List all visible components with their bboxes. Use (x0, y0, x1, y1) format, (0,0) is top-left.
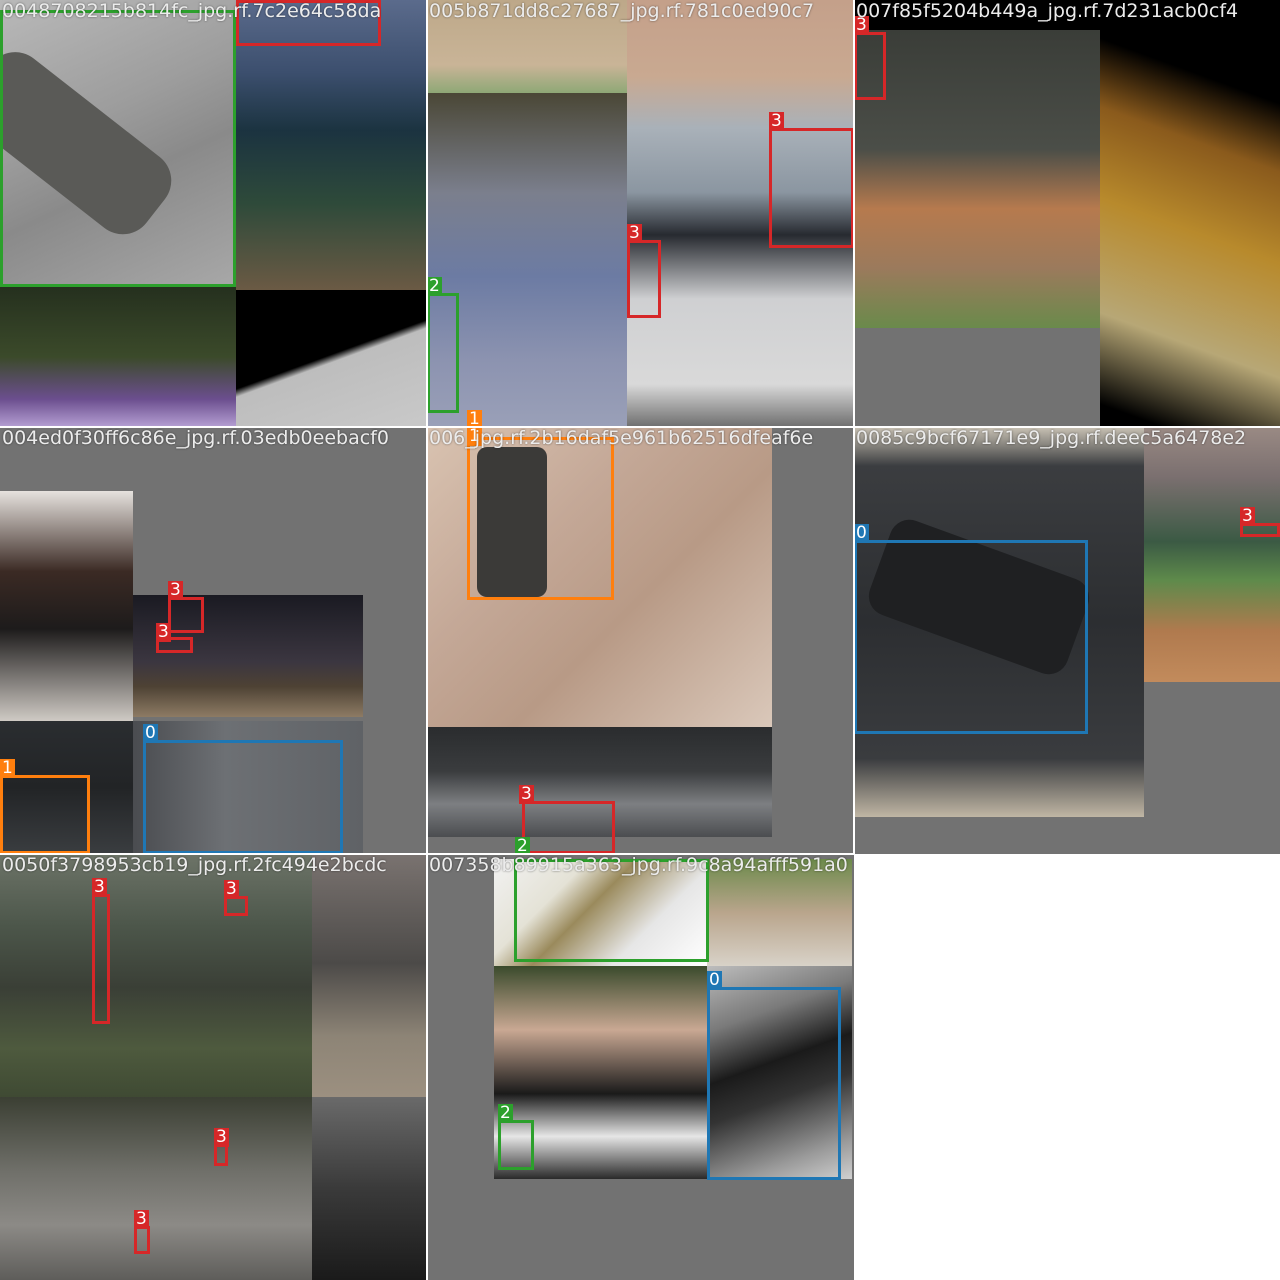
class-label: 0 (143, 723, 158, 743)
bbox-bat (522, 801, 615, 854)
gray-padding (854, 328, 1100, 427)
mosaic-tile-6[interactable]: 0 3 0085c9bcf67171e9_jpg.rf.deec5a6478e2 (854, 427, 1280, 854)
photo-woman (0, 491, 133, 721)
class-label: 3 (168, 580, 183, 600)
photo-bobbleheads (0, 1097, 312, 1280)
grid-separator (0, 426, 1280, 428)
bbox-handgun (854, 540, 1088, 734)
class-label: 1 (0, 758, 15, 778)
bbox-bat (134, 1226, 150, 1254)
bbox-bat-upper (769, 128, 854, 248)
tile-title: 004ed0f30ff6c86e_jpg.rf.03edb0eebacf0 (2, 427, 389, 449)
class-label: 3 (134, 1209, 149, 1229)
class-label: 3 (214, 1127, 229, 1147)
bbox-knife (0, 10, 236, 287)
photo-umpire (312, 854, 427, 1097)
bbox-bat (92, 894, 110, 1024)
class-label: 0 (707, 970, 722, 990)
photo-stadium (1144, 427, 1280, 682)
grid-separator (0, 853, 854, 855)
bbox-handgun (707, 987, 841, 1180)
class-label: 3 (224, 879, 239, 899)
class-label: 3 (1240, 506, 1255, 526)
photo-blurry-orange (1100, 35, 1280, 427)
bbox-rifle (0, 775, 90, 854)
tile-title: 0085c9bcf67171e9_jpg.rf.deec5a6478e2 (856, 427, 1247, 449)
class-label: 2 (427, 276, 442, 296)
mosaic-tile-2[interactable]: 3 3 2 1 005b871dd8c27687_jpg.rf.781c0ed9… (427, 0, 854, 427)
photo-flowers (0, 287, 236, 427)
photo-orange-batter (854, 30, 1100, 328)
class-label: 3 (156, 622, 171, 642)
photo-forest (312, 1097, 427, 1280)
grid-separator (426, 0, 428, 1280)
bbox-knife (427, 293, 459, 413)
tile-title: 0048708215b814fc_jpg.rf.7c2e64c58da (2, 0, 382, 22)
bbox-bat-lower (627, 240, 661, 318)
tile-title: 0050f3798953cb19_jpg.rf.2fc494e2bcdc (2, 854, 387, 876)
bbox-knife (498, 1120, 534, 1170)
photo-gray-wedge (236, 290, 427, 427)
bbox-handgun (143, 740, 343, 854)
mosaic-tile-4[interactable]: 3 3 0 1 004ed0f30ff6c86e_jpg.rf.03edb0ee… (0, 427, 427, 854)
mosaic-tile-1[interactable]: 0048708215b814fc_jpg.rf.7c2e64c58da (0, 0, 427, 427)
class-label: 3 (519, 784, 534, 804)
tile-title: 007f85f5204b449a_jpg.rf.7d231acb0cf4 (856, 0, 1239, 22)
mosaic-tile-5[interactable]: 1 3 2 006_jpg.rf.2b16daf5e961b62516dfeaf… (427, 427, 854, 854)
class-label: 2 (515, 836, 530, 854)
bbox-rifle (467, 437, 614, 600)
class-label: 3 (627, 223, 642, 243)
bbox-bat (214, 1144, 228, 1166)
bbox-bat (224, 896, 248, 916)
tile-title: 006_jpg.rf.2b16daf5e961b62516dfeaf6e (429, 427, 814, 449)
class-label: 1 (467, 409, 482, 427)
class-label: 3 (92, 877, 107, 897)
bbox-bat (854, 32, 886, 100)
class-label: 0 (854, 523, 869, 543)
photo-players-walking (0, 854, 312, 1097)
class-label: 2 (498, 1103, 513, 1123)
mosaic-tile-3[interactable]: 3 007f85f5204b449a_jpg.rf.7d231acb0cf4 (854, 0, 1280, 427)
tile-title: 005b871dd8c27687_jpg.rf.781c0ed90c7 (429, 0, 815, 22)
mosaic-tile-7[interactable]: 3 3 3 3 0050f3798953cb19_jpg.rf.2fc494e2… (0, 854, 427, 1280)
bbox-bat (168, 597, 204, 633)
tile-title: 007358b89915a363_jpg.rf.9c8a94afff591a0 (429, 854, 848, 876)
mosaic-tile-8[interactable]: 2 0 007358b89915a363_jpg.rf.9c8a94afff59… (427, 854, 854, 1280)
class-label: 3 (769, 111, 784, 131)
